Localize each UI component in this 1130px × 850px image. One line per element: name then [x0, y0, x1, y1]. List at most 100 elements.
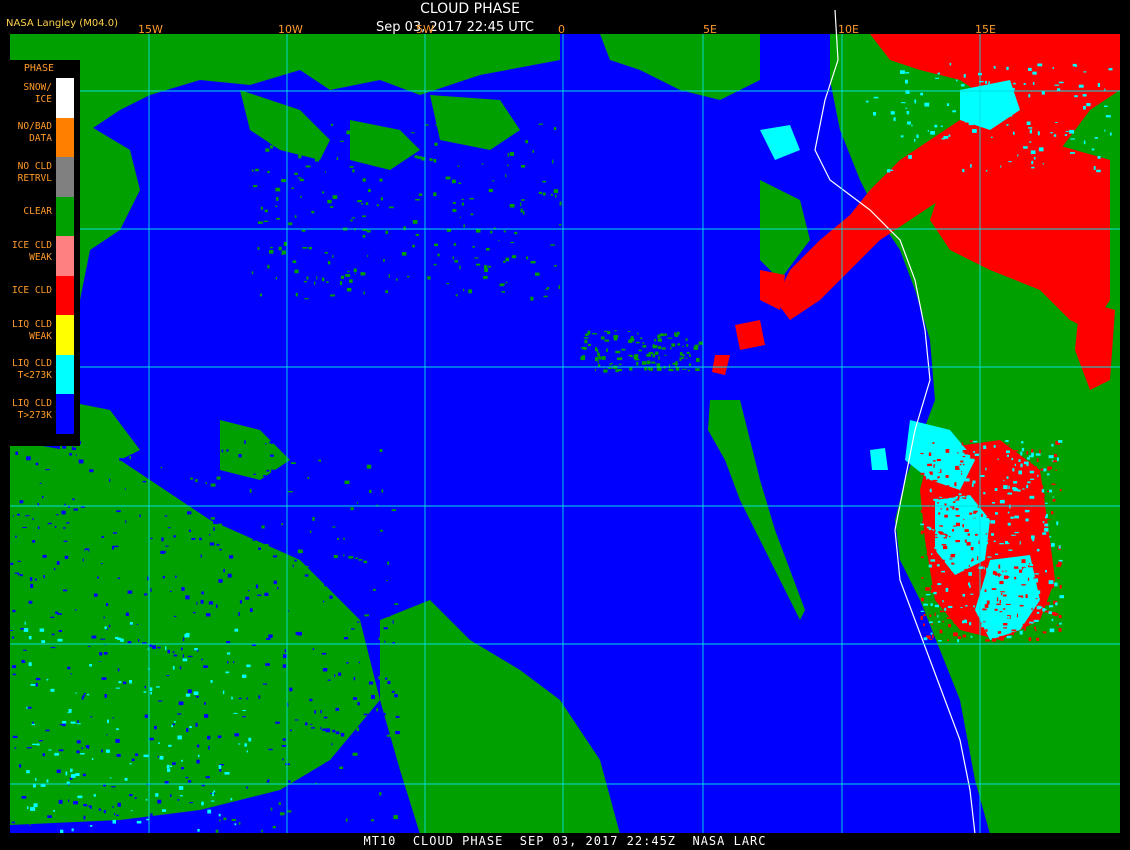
cloud-speckle	[77, 795, 83, 799]
cloud-speckle	[169, 765, 173, 767]
cloud-speckle	[38, 753, 40, 758]
cloud-speckle	[526, 256, 528, 260]
cloud-speckle	[945, 585, 951, 588]
cloud-speckle	[924, 102, 930, 107]
cloud-speckle	[1008, 549, 1013, 551]
cloud-speckle	[185, 776, 189, 779]
cloud-speckle	[297, 631, 302, 636]
cloud-speckle	[352, 751, 355, 753]
cloud-speckle	[138, 566, 143, 570]
cloud-speckle	[972, 129, 977, 133]
cloud-speckle	[949, 62, 952, 66]
cloud-speckle	[344, 480, 350, 484]
cloud-speckle	[366, 230, 371, 233]
cloud-speckle	[943, 537, 947, 539]
cloud-speckle	[1036, 590, 1041, 594]
cloud-speckle	[1040, 493, 1045, 497]
cloud-speckle	[210, 800, 215, 802]
cloud-speckle	[340, 140, 344, 142]
cloud-speckle	[177, 466, 180, 470]
cloud-speckle	[603, 369, 608, 373]
cloud-speckle	[253, 729, 259, 733]
cloud-speckle	[658, 356, 660, 360]
cloud-speckle	[124, 777, 128, 781]
cloud-speckle	[142, 480, 147, 483]
cloud-speckle	[532, 150, 534, 153]
cloud-speckle	[1028, 94, 1031, 98]
cloud-speckle	[63, 540, 68, 542]
cloud-speckle	[1006, 552, 1012, 556]
cloud-speckle	[470, 213, 474, 216]
cloud-speckle	[181, 647, 183, 651]
cloud-speckle	[292, 142, 295, 146]
cloud-speckle	[890, 111, 895, 115]
cloud-speckle	[70, 768, 73, 773]
cloud-speckle	[378, 637, 382, 640]
cloud-speckle	[216, 604, 218, 609]
cloud-speckle	[356, 727, 360, 732]
cloud-speckle	[968, 572, 972, 576]
cloud-speckle	[189, 802, 193, 804]
cloud-speckle	[1006, 124, 1009, 126]
cloud-speckle	[33, 803, 38, 808]
cloud-speckle	[93, 501, 96, 504]
cloud-speckle	[427, 276, 431, 280]
cloud-speckle	[1040, 147, 1044, 150]
cloud-speckle	[135, 753, 139, 757]
cloud-speckle	[173, 444, 177, 448]
cloud-speckle	[641, 361, 647, 365]
cloud-speckle	[958, 583, 960, 585]
cloud-speckle	[592, 333, 597, 335]
cloud-speckle	[961, 442, 964, 446]
cloud-speckle	[461, 198, 465, 200]
cloud-speckle	[965, 563, 967, 567]
cloud-speckle	[375, 153, 378, 157]
cloud-speckle	[350, 507, 354, 511]
cloud-speckle	[283, 634, 286, 636]
cloud-speckle	[1037, 474, 1039, 477]
lon-label-15w: 15W	[138, 23, 163, 36]
cloud-speckle	[1051, 460, 1054, 462]
cloud-speckle	[371, 694, 375, 699]
cloud-speckle	[983, 445, 987, 449]
cloud-speckle	[468, 289, 472, 294]
cloud-speckle	[267, 500, 271, 502]
cloud-speckle	[1007, 492, 1012, 495]
cloud-speckle	[285, 763, 290, 766]
cloud-speckle	[12, 665, 17, 669]
cloud-speckle	[173, 615, 177, 617]
cloud-speckle	[251, 271, 254, 275]
cloud-speckle	[348, 601, 351, 605]
cloud-speckle	[379, 792, 382, 796]
cloud-speckle	[999, 580, 1004, 585]
cloud-speckle	[351, 628, 355, 630]
cloud-speckle	[385, 615, 390, 617]
cloud-speckle	[930, 559, 936, 562]
cloud-speckle	[1036, 480, 1039, 484]
cloud-speckle	[178, 786, 184, 790]
cloud-speckle	[103, 784, 106, 787]
cloud-speckle	[682, 354, 685, 357]
cloud-speckle	[932, 534, 938, 536]
cloud-speckle	[268, 636, 273, 638]
cloud-speckle	[960, 607, 963, 609]
cloud-speckle	[1034, 578, 1039, 583]
cloud-speckle	[83, 815, 86, 820]
cloud-speckle	[79, 597, 84, 600]
cloud-speckle	[340, 732, 345, 737]
cloud-speckle	[327, 261, 331, 265]
cloud-speckle	[926, 553, 929, 556]
cloud-speckle	[116, 811, 121, 814]
cloud-speckle	[260, 481, 262, 485]
cloud-speckle	[1004, 522, 1007, 526]
cloud-speckle	[993, 66, 996, 69]
cloud-speckle	[989, 481, 994, 484]
cloud-speckle	[642, 342, 645, 344]
cloud-speckle	[227, 573, 232, 578]
cloud-speckle	[109, 478, 111, 482]
cloud-speckle	[999, 543, 1004, 545]
cloud-speckle	[157, 646, 161, 649]
cloud-speckle	[964, 478, 970, 482]
cloud-speckle	[973, 510, 978, 513]
cloud-speckle	[1006, 590, 1008, 592]
